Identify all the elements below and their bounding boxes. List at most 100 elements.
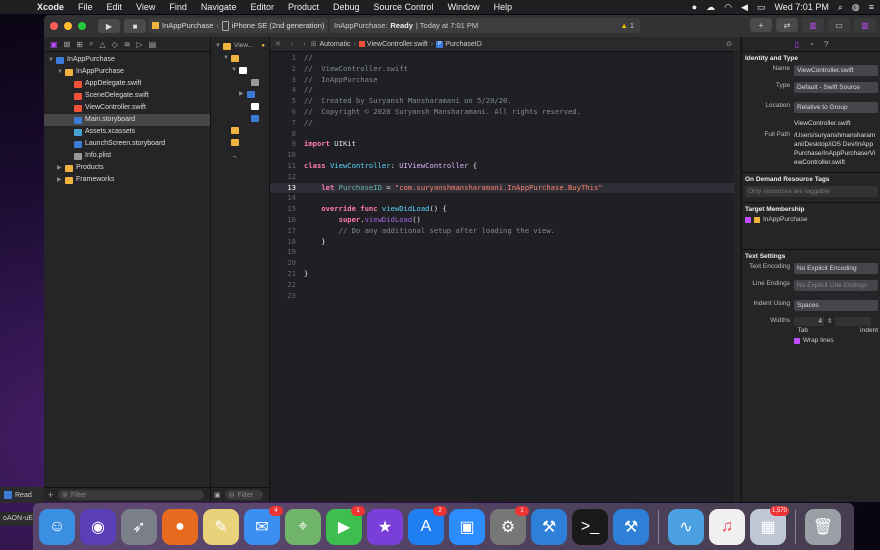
- odr-tags-field[interactable]: Only resources are taggable: [745, 186, 878, 197]
- indent-select[interactable]: Spaces: [794, 300, 878, 311]
- jumpbar-mode[interactable]: Automatic: [319, 41, 350, 48]
- outline-row[interactable]: ▼: [211, 52, 269, 64]
- terminal-icon[interactable]: >_: [572, 508, 608, 545]
- xcode-beta-icon[interactable]: ⚒: [613, 508, 649, 545]
- disclosure-open-icon[interactable]: ▼: [57, 66, 65, 78]
- code-area[interactable]: 1 // 2 // ViewController.swift 3 // InAppPurc…: [270, 53, 740, 301]
- code-line[interactable]: 21}: [270, 269, 740, 280]
- outline-row[interactable]: [211, 100, 269, 112]
- menu-item-edit[interactable]: Edit: [107, 2, 123, 12]
- volume-icon[interactable]: ◀: [741, 2, 748, 13]
- code-line[interactable]: 7 //: [270, 118, 740, 129]
- navigator-item[interactable]: LaunchScreen.storyboard: [44, 138, 210, 150]
- zoom-window-button[interactable]: [78, 22, 86, 30]
- finder-icon[interactable]: ☺: [39, 508, 75, 545]
- launchpad-icon[interactable]: ➶: [121, 508, 157, 545]
- test-icon[interactable]: ◇: [112, 40, 118, 49]
- related-items-icon[interactable]: ⊞: [311, 40, 317, 48]
- siri-icon[interactable]: ◉: [80, 508, 116, 545]
- clock[interactable]: Wed 7:01 PM: [774, 2, 828, 12]
- mic-icon[interactable]: ●: [692, 2, 697, 12]
- appstore-icon[interactable]: A2: [408, 505, 447, 545]
- outline-row[interactable]: [211, 124, 269, 136]
- outline-row[interactable]: →: [211, 148, 269, 160]
- forward-icon[interactable]: ›: [303, 41, 305, 48]
- toggle-inspector-button[interactable]: ▥: [854, 18, 876, 32]
- run-button[interactable]: ▶: [98, 19, 120, 33]
- symbol-icon[interactable]: ⊞: [76, 40, 83, 49]
- back-icon[interactable]: ‹: [291, 41, 293, 48]
- debug-icon[interactable]: ≋: [124, 40, 131, 49]
- code-review-button[interactable]: ⇄: [776, 18, 798, 32]
- code-line[interactable]: 10: [270, 150, 740, 161]
- music-icon[interactable]: ♫: [709, 508, 745, 545]
- navigator-filter-input[interactable]: ⊜ Filter: [58, 490, 204, 500]
- outline-filter-input[interactable]: ⊜ Filter: [224, 490, 263, 500]
- menu-item-view[interactable]: View: [136, 2, 155, 12]
- editor-options-icon[interactable]: ⊙: [726, 40, 732, 48]
- toggle-navigator-button[interactable]: ▥: [802, 18, 824, 32]
- source-control-icon[interactable]: ⊠: [64, 40, 71, 49]
- target-checkbox[interactable]: [745, 216, 751, 223]
- endings-select[interactable]: No Explicit Line Endings: [794, 280, 878, 291]
- encoding-select[interactable]: No Explicit Encoding: [794, 263, 878, 274]
- imovie-icon[interactable]: ★: [367, 508, 403, 545]
- add-icon[interactable]: +: [48, 490, 53, 500]
- code-line[interactable]: 8: [270, 129, 740, 140]
- system-preferences-icon[interactable]: ⚙ 1: [490, 505, 529, 545]
- scheme-selector[interactable]: InAppPurchase › iPhone SE (2nd generatio…: [148, 18, 328, 33]
- indent-width-field[interactable]: [835, 317, 872, 326]
- file-inspector-icon[interactable]: ▯: [795, 40, 799, 49]
- menu-item-help[interactable]: Help: [494, 2, 513, 12]
- wifi-icon[interactable]: ◠: [724, 2, 732, 13]
- code-line[interactable]: 16 super.viewDidLoad(): [270, 215, 740, 226]
- warning-count[interactable]: 1: [630, 21, 634, 30]
- outline-row[interactable]: ▼: [211, 64, 269, 76]
- code-line[interactable]: 9 import UIKit: [270, 139, 740, 150]
- menu-item-navigate[interactable]: Navigate: [201, 2, 237, 12]
- name-field[interactable]: ViewController.swift: [794, 65, 878, 76]
- menu-app[interactable]: Xcode: [37, 2, 64, 12]
- jumpbar-symbol[interactable]: PurchaseID: [445, 41, 482, 48]
- disclosure-closed-icon[interactable]: ▶: [57, 162, 65, 174]
- outline-row-scene[interactable]: ▼ View... ●: [211, 40, 269, 52]
- code-line[interactable]: 14: [270, 193, 740, 204]
- outline-row[interactable]: [211, 112, 269, 124]
- instruments-icon[interactable]: ∿: [668, 508, 704, 545]
- disclosure-closed-icon[interactable]: ▶: [57, 174, 65, 186]
- minimize-window-button[interactable]: [64, 22, 72, 30]
- toggle-debug-button[interactable]: ▭: [828, 18, 850, 32]
- menu-item-debug[interactable]: Debug: [333, 2, 360, 12]
- xcode-icon[interactable]: ⚒: [531, 508, 567, 545]
- menu-item-window[interactable]: Window: [448, 2, 480, 12]
- code-line[interactable]: 19: [270, 247, 740, 258]
- menu-item-source-control[interactable]: Source Control: [374, 2, 434, 12]
- navigator-item[interactable]: Info.plist: [44, 150, 210, 162]
- navigator-item[interactable]: SceneDelegate.swift: [44, 90, 210, 102]
- wrap-lines-checkbox[interactable]: [794, 337, 800, 344]
- code-line[interactable]: 2 // ViewController.swift: [270, 64, 740, 75]
- zoom-icon[interactable]: ▣: [449, 508, 485, 545]
- issue-icon[interactable]: △: [99, 40, 105, 49]
- code-line[interactable]: 11 class ViewController: UIViewController…: [270, 161, 740, 172]
- navigator-item[interactable]: ViewController.swift: [44, 102, 210, 114]
- location-select[interactable]: Relative to Group: [794, 102, 878, 113]
- messages-icon[interactable]: ✉ 4: [244, 505, 283, 545]
- battery-icon[interactable]: ▭: [757, 2, 766, 13]
- report-icon[interactable]: ▤: [149, 40, 157, 49]
- tab-width-stepper[interactable]: ⇳: [827, 317, 832, 326]
- control-icon[interactable]: ≡: [869, 2, 874, 12]
- close-tab-icon[interactable]: ✕: [275, 40, 281, 48]
- help-icon[interactable]: ?: [824, 40, 828, 49]
- code-line[interactable]: 6 // Copyright © 2020 Suryansh Mansharama…: [270, 107, 740, 118]
- type-select[interactable]: Default - Swift Source: [794, 82, 878, 93]
- breakpoint-icon[interactable]: ▷: [136, 40, 142, 49]
- find-icon[interactable]: ⌕: [89, 39, 93, 49]
- stop-button[interactable]: ■: [124, 19, 146, 33]
- navigator-item[interactable]: Main.storyboard: [44, 114, 210, 126]
- code-line[interactable]: 3 // InAppPurchase: [270, 75, 740, 86]
- outline-toggle-icon[interactable]: ▣: [214, 491, 221, 499]
- jumpbar-file[interactable]: ViewController.swift: [367, 41, 428, 48]
- navigator-item[interactable]: ▼ InAppPurchase: [44, 54, 210, 66]
- outline-row[interactable]: [211, 136, 269, 148]
